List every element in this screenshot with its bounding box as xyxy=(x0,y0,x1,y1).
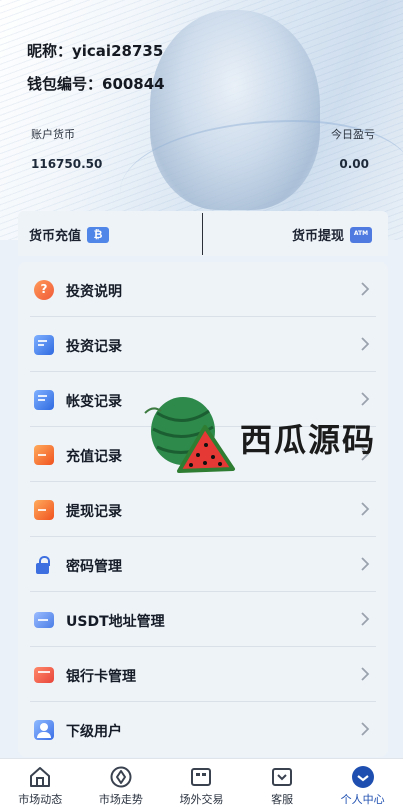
wallet-actions: 货币充值 货币提现 xyxy=(18,211,388,256)
recharge-button[interactable]: 货币充值 xyxy=(29,225,110,244)
menu-item-bank-card[interactable]: 银行卡管理 xyxy=(18,647,388,702)
tab-otc-trading[interactable]: 场外交易 xyxy=(161,759,242,810)
wallet-card-icon xyxy=(34,612,54,628)
menu-item-label: 提现记录 xyxy=(66,504,122,520)
icon-line xyxy=(38,399,45,401)
actions-divider xyxy=(202,213,203,255)
tab-market-trend[interactable]: 市场走势 xyxy=(81,759,162,810)
profile-circle-icon xyxy=(351,766,374,788)
icon-line xyxy=(38,671,50,673)
menu-list: 投资说明 投资记录 帐变记录 充值记录 xyxy=(18,262,388,757)
tab-label: 市场动态 xyxy=(18,793,63,806)
tab-label: 市场走势 xyxy=(98,793,143,806)
chevron-right-icon xyxy=(361,337,370,351)
bitcoin-icon xyxy=(87,226,110,243)
menu-item-subordinate-users[interactable]: 下级用户 xyxy=(18,702,388,757)
tab-label: 个人中心 xyxy=(340,793,385,806)
menu-item-label: 充值记录 xyxy=(66,449,122,465)
tab-customer-service[interactable]: 客服 xyxy=(242,759,323,810)
trade-box-icon xyxy=(191,768,212,786)
icon-line xyxy=(38,619,48,621)
menu-item-label: 投资说明 xyxy=(66,284,122,300)
lock-icon xyxy=(34,555,54,575)
atm-icon xyxy=(350,226,372,243)
bottom-tab-bar: 市场动态 市场走势 场外交易 客服 个人中心 xyxy=(0,758,403,810)
watermelon-icon xyxy=(144,397,235,473)
watermark: 西瓜源码 xyxy=(143,393,393,478)
nickname: 昵称：yicai28735 xyxy=(27,42,164,60)
recharge-label: 货币充值 xyxy=(29,229,82,244)
chevron-right-icon xyxy=(361,612,370,626)
chevron-right-icon xyxy=(361,557,370,571)
document-clock-icon xyxy=(34,390,54,410)
bank-card-icon xyxy=(34,667,54,683)
balance-label: 账户货币 xyxy=(31,128,75,141)
chevron-right-icon xyxy=(361,722,370,736)
recharge-icon xyxy=(34,445,54,465)
home-icon xyxy=(30,767,51,787)
withdraw-icon xyxy=(34,500,54,520)
tab-market-news[interactable]: 市场动态 xyxy=(0,759,81,810)
wallet-number: 钱包编号：600844 xyxy=(27,75,165,93)
question-icon xyxy=(34,280,54,300)
tab-personal-center[interactable]: 个人中心 xyxy=(322,759,403,810)
profit-label: 今日盈亏 xyxy=(331,128,375,141)
menu-item-label: 下级用户 xyxy=(66,724,122,740)
menu-item-label: 银行卡管理 xyxy=(66,669,136,685)
tab-label: 客服 xyxy=(271,793,294,806)
menu-item-label: 帐变记录 xyxy=(66,394,122,410)
menu-item-investment-guide[interactable]: 投资说明 xyxy=(18,262,388,317)
user-head xyxy=(40,723,48,731)
icon-line xyxy=(38,340,47,342)
menu-item-usdt-address[interactable]: USDT地址管理 xyxy=(18,592,388,647)
chevron-right-icon xyxy=(361,502,370,516)
search-document-icon xyxy=(34,335,54,355)
profile-banner: 昵称：yicai28735 钱包编号：600844 账户货币 今日盈亏 1167… xyxy=(0,0,403,240)
chevron-right-icon xyxy=(361,667,370,681)
menu-item-investment-records[interactable]: 投资记录 xyxy=(18,317,388,372)
menu-item-withdraw-records[interactable]: 提现记录 xyxy=(18,482,388,537)
icon-line xyxy=(38,395,47,397)
user-icon xyxy=(34,720,54,740)
profit-value: 0.00 xyxy=(339,157,369,171)
service-box-icon xyxy=(272,768,293,786)
user-body xyxy=(37,732,51,738)
menu-item-label: 投资记录 xyxy=(66,339,122,355)
menu-item-password-management[interactable]: 密码管理 xyxy=(18,537,388,592)
withdraw-label: 货币提现 xyxy=(291,229,344,244)
chevron-right-icon xyxy=(361,282,370,296)
balance-value: 116750.50 xyxy=(31,157,103,171)
tab-label: 场外交易 xyxy=(179,793,224,806)
icon-line xyxy=(38,509,46,511)
withdraw-button[interactable]: 货币提现 xyxy=(292,225,372,244)
menu-item-label: USDT地址管理 xyxy=(66,614,165,630)
personal-center-page: 昵称：yicai28735 钱包编号：600844 账户货币 今日盈亏 1167… xyxy=(0,0,403,810)
icon-line xyxy=(38,344,44,346)
watermark-text: 西瓜源码 xyxy=(240,421,377,459)
menu-item-label: 密码管理 xyxy=(66,559,122,575)
compass-icon xyxy=(110,766,132,788)
icon-line xyxy=(38,454,46,456)
